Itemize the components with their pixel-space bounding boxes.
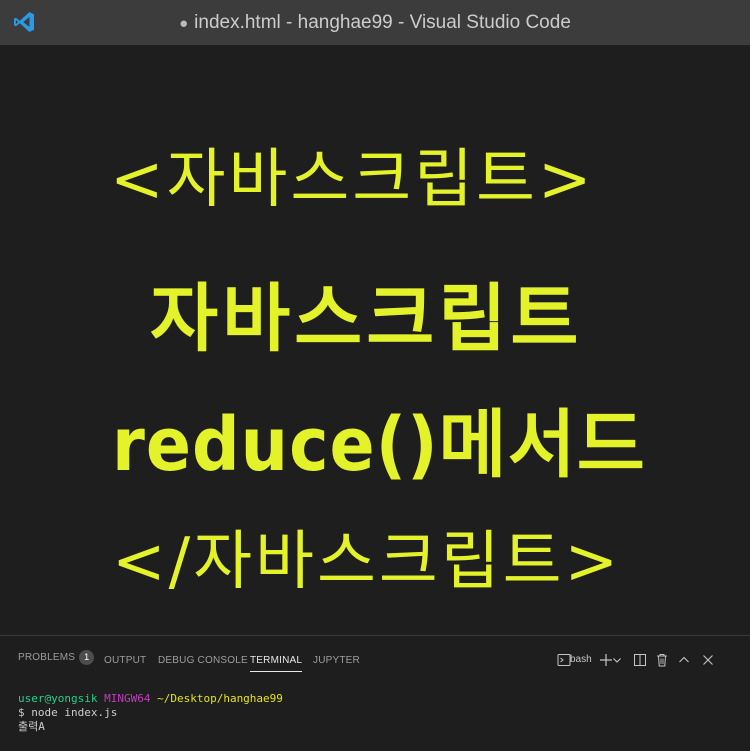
split-icon[interactable] [630, 650, 650, 670]
tab-terminal[interactable]: TERMINAL [250, 655, 303, 672]
window-title: ● index.html - hanghae99 - Visual Studio … [0, 0, 750, 45]
tab-problems-label: PROBLEMS [18, 652, 76, 664]
title-bar: ● index.html - hanghae99 - Visual Studio … [0, 0, 750, 45]
panel-actions: bash [554, 650, 744, 670]
close-icon[interactable] [698, 650, 718, 670]
terminal-command: $ node index.js [18, 706, 118, 719]
bottom-panel: PROBLEMS 1 OUTPUT DEBUG CONSOLE TERMINAL … [0, 635, 750, 751]
terminal-env: MINGW64 [104, 692, 151, 705]
panel-tabs: PROBLEMS 1 OUTPUT DEBUG CONSOLE TERMINAL … [0, 636, 560, 686]
problems-count-badge: 1 [79, 650, 95, 665]
editor-area[interactable]: <자바스크립트> 자바스크립트 reduce()메서드 </자바스크립트> [0, 45, 750, 635]
unsaved-dot-icon: ● [179, 15, 189, 32]
window-title-text: index.html - hanghae99 - Visual Studio C… [194, 12, 571, 33]
tab-problems[interactable]: PROBLEMS 1 [18, 650, 95, 670]
poster-line-open-tag: <자바스크립트> [110, 143, 595, 217]
chevron-up-icon[interactable] [674, 650, 694, 670]
chevron-down-icon[interactable] [610, 650, 624, 670]
tab-debug-console[interactable]: DEBUG CONSOLE [158, 655, 248, 671]
shell-selector[interactable]: bash [570, 650, 592, 670]
poster-line-title: 자바스크립트 [150, 276, 583, 362]
poster-line-method: reduce()메서드 [112, 402, 646, 488]
terminal-result: 출력A [18, 720, 45, 733]
terminal-output[interactable]: user@yongsik MINGW64 ~/Desktop/hanghae99… [18, 692, 283, 734]
tab-jupyter[interactable]: JUPYTER [313, 655, 360, 671]
trash-icon[interactable] [652, 650, 672, 670]
terminal-user: user@yongsik [18, 692, 98, 705]
tab-output[interactable]: OUTPUT [104, 655, 146, 671]
poster-line-close-tag: </자바스크립트> [112, 525, 622, 599]
terminal-path: ~/Desktop/hanghae99 [157, 692, 283, 705]
